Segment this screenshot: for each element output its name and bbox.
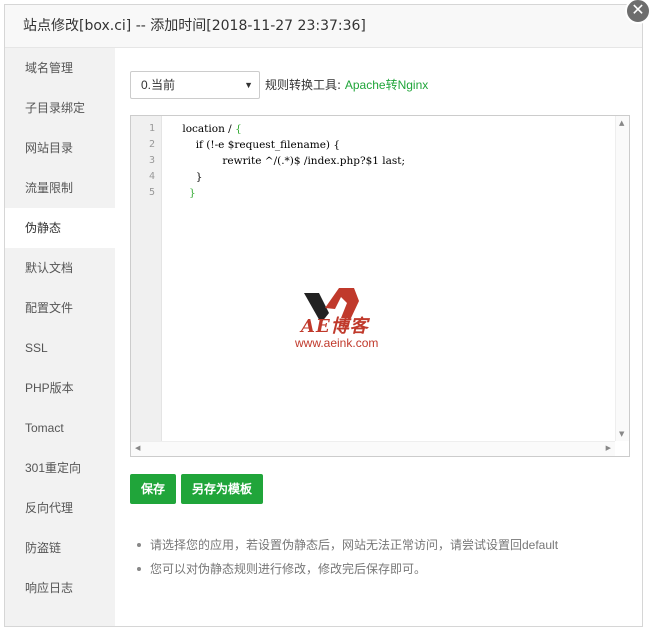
code-line: } [169, 171, 203, 183]
scroll-left-icon[interactable]: ◀ [135, 444, 140, 452]
sidebar-item-php-version[interactable]: PHP版本 [5, 368, 115, 408]
main-panel: 0.当前 ▼ 规则转换工具: Apache转Nginx 1 2 3 4 5 lo… [115, 48, 642, 626]
dialog-title: 站点修改[box.ci] -- 添加时间[2018-11-27 23:37:36… [5, 5, 642, 48]
apache-to-nginx-link[interactable]: Apache转Nginx [345, 78, 428, 92]
line-number: 2 [148, 139, 155, 150]
line-number: 5 [148, 187, 155, 198]
site-edit-dialog: 站点修改[box.ci] -- 添加时间[2018-11-27 23:37:36… [4, 4, 643, 627]
line-number-gutter: 1 2 3 4 5 [131, 116, 162, 441]
sidebar-item-domain[interactable]: 域名管理 [5, 48, 115, 88]
sidebar-item-redirect[interactable]: 301重定向 [5, 448, 115, 488]
line-number: 4 [148, 171, 155, 182]
code-line: if (!-e $request_filename) { [169, 139, 341, 151]
sidebar-item-tomcat[interactable]: Tomact [5, 408, 115, 448]
rewrite-template-select[interactable]: 0.当前 ▼ [130, 71, 260, 99]
code-text: location / [182, 123, 236, 135]
rewrite-code-editor[interactable]: 1 2 3 4 5 location / { if (!-e $request_… [130, 115, 630, 457]
code-line: location / { [169, 121, 405, 137]
sidebar: 域名管理 子目录绑定 网站目录 流量限制 伪静态 默认文档 配置文件 SSL P… [5, 48, 115, 626]
sidebar-item-reverse-proxy[interactable]: 反向代理 [5, 488, 115, 528]
sidebar-item-hotlink[interactable]: 防盗链 [5, 528, 115, 568]
code-line: rewrite ^/(.*)$ /index.php?$1 last; [169, 155, 406, 167]
converter-row: 规则转换工具: Apache转Nginx [265, 71, 428, 99]
sidebar-item-default-doc[interactable]: 默认文档 [5, 248, 115, 288]
sidebar-item-response-log[interactable]: 响应日志 [5, 568, 115, 608]
caret-down-icon: ▼ [244, 80, 253, 90]
sidebar-item-rewrite[interactable]: 伪静态 [5, 208, 115, 248]
save-as-template-button[interactable]: 另存为模板 [181, 474, 263, 504]
line-number: 3 [148, 155, 155, 166]
horizontal-scrollbar[interactable]: ◀ ▶ [131, 441, 615, 456]
save-button[interactable]: 保存 [130, 474, 176, 504]
close-icon[interactable]: ✕ [625, 0, 649, 24]
code-line: } [169, 185, 405, 201]
scroll-up-icon[interactable]: ▲ [619, 119, 624, 127]
sidebar-item-ssl[interactable]: SSL [5, 328, 115, 368]
line-number: 1 [148, 123, 155, 134]
select-value: 0.当前 [141, 78, 176, 92]
code-brace: } [189, 187, 196, 199]
converter-label: 规则转换工具: [265, 78, 342, 92]
scroll-down-icon[interactable]: ▼ [619, 430, 624, 438]
code-brace: { [235, 123, 242, 135]
tips-list: 请选择您的应用，若设置伪静态后，网站无法正常访问，请尝试设置回default 您… [137, 533, 558, 581]
sidebar-item-subdir[interactable]: 子目录绑定 [5, 88, 115, 128]
scroll-right-icon[interactable]: ▶ [606, 444, 611, 452]
watermark-text: AE博客 [301, 316, 369, 337]
tip-item: 请选择您的应用，若设置伪静态后，网站无法正常访问，请尝试设置回default [137, 533, 558, 557]
watermark-url: www.aeink.com [295, 336, 379, 350]
vertical-scrollbar[interactable]: ▲ ▼ [615, 116, 629, 441]
sidebar-item-site-dir[interactable]: 网站目录 [5, 128, 115, 168]
sidebar-item-config-file[interactable]: 配置文件 [5, 288, 115, 328]
code-content[interactable]: location / { if (!-e $request_filename) … [169, 121, 405, 201]
sidebar-item-traffic-limit[interactable]: 流量限制 [5, 168, 115, 208]
tip-item: 您可以对伪静态规则进行修改，修改完后保存即可。 [137, 557, 558, 581]
